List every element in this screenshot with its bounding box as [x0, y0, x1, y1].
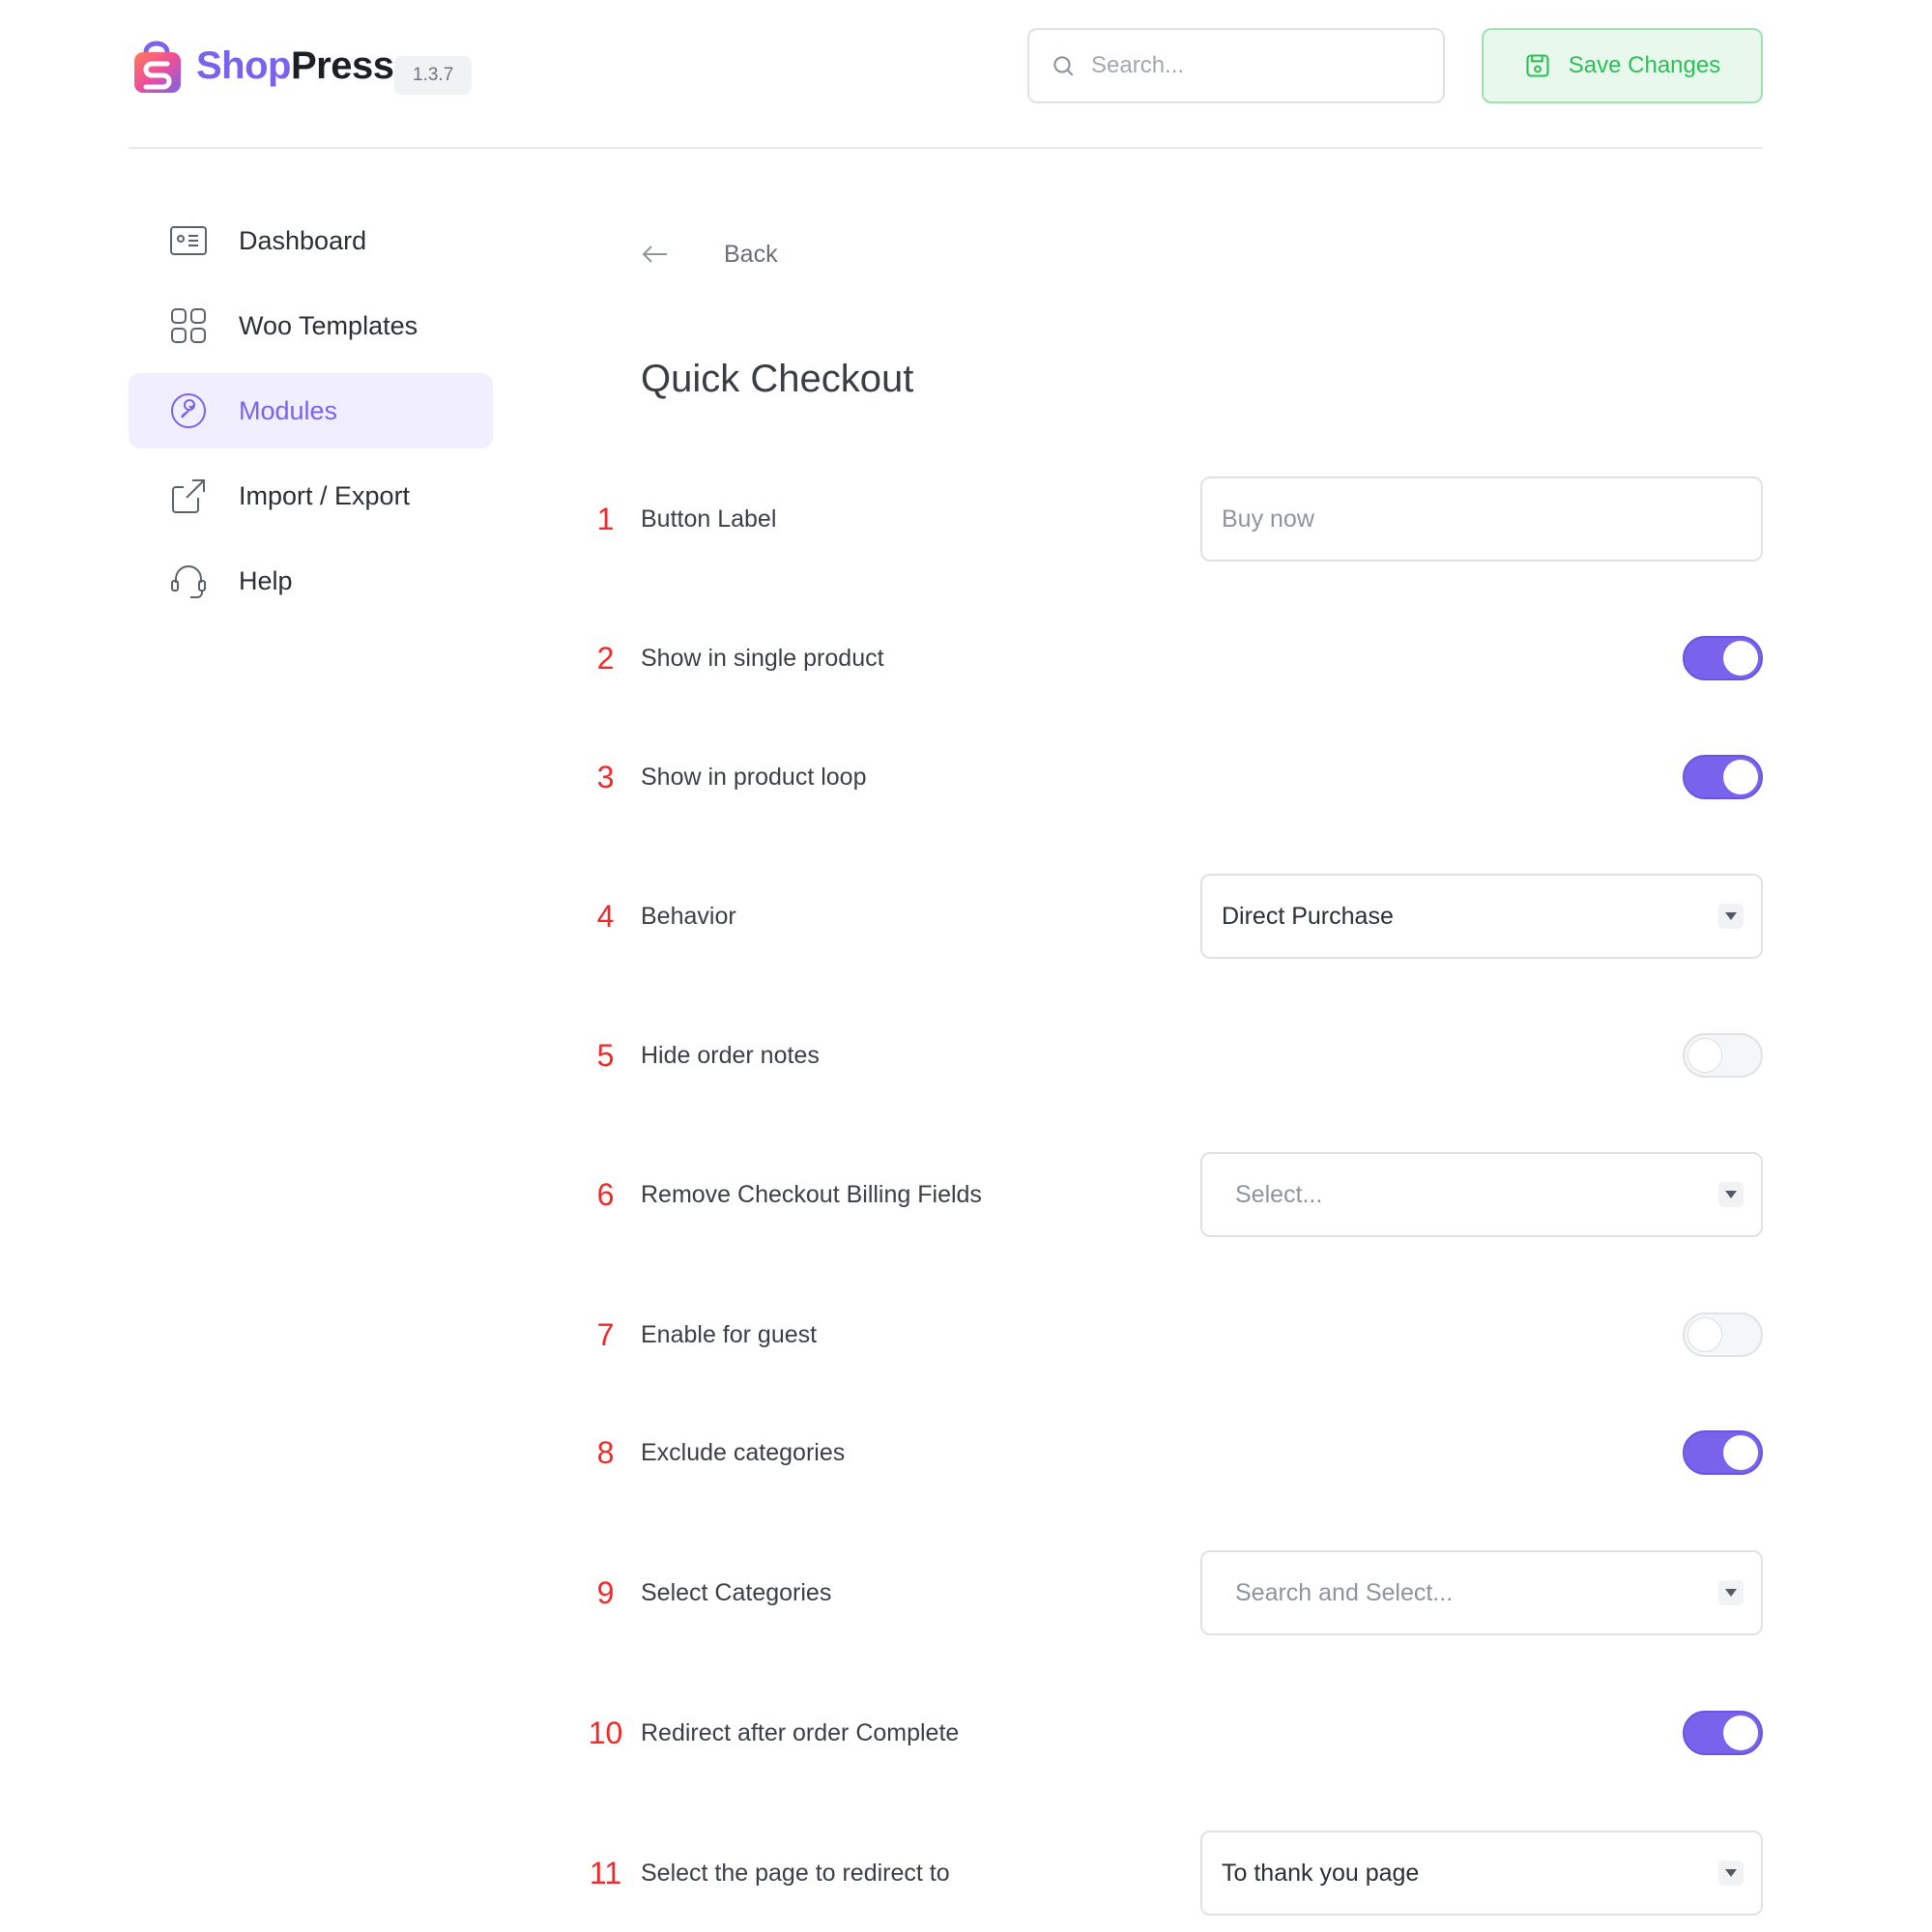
sidebar-item-dashboard[interactable]: Dashboard: [129, 203, 493, 278]
sidebar-item-label: Dashboard: [239, 225, 367, 255]
select-value: To thank you page: [1222, 1859, 1420, 1887]
show-single-product-toggle[interactable]: [1683, 636, 1763, 680]
dashboard-icon: [170, 226, 207, 255]
hide-order-notes-toggle[interactable]: [1683, 1033, 1763, 1078]
back-link[interactable]: Back: [641, 240, 778, 269]
headset-icon: [171, 565, 206, 598]
sidebar-item-import-export[interactable]: Import / Export: [129, 458, 493, 533]
save-changes-button[interactable]: Save Changes: [1482, 28, 1763, 103]
redirect-page-select[interactable]: To thank you page: [1200, 1831, 1763, 1916]
sidebar-item-label: Woo Templates: [239, 310, 418, 340]
setting-label: Hide order notes: [641, 1041, 820, 1069]
setting-label: Exclude categories: [641, 1438, 846, 1466]
toggle-knob: [1723, 1716, 1758, 1750]
setting-label: Enable for guest: [641, 1320, 818, 1348]
behavior-select[interactable]: Direct Purchase: [1200, 874, 1763, 959]
brand-press: Press: [290, 43, 394, 87]
search-box[interactable]: [1027, 28, 1445, 103]
setting-row-show-single-product: 2 Show in single product: [570, 615, 1763, 702]
back-label: Back: [724, 240, 778, 268]
toggle-knob: [1723, 1435, 1758, 1470]
brand-shop: Shop: [196, 43, 291, 87]
sidebar-item-modules[interactable]: Modules: [129, 373, 493, 448]
page-title: Quick Checkout: [641, 358, 914, 400]
toggle-knob: [1687, 1038, 1722, 1073]
search-icon: [1053, 56, 1074, 76]
setting-label: Redirect after order Complete: [641, 1718, 960, 1746]
enable-for-guest-toggle[interactable]: [1683, 1312, 1763, 1357]
row-number: 1: [596, 501, 615, 536]
sidebar-nav: Dashboard Woo Templates Modules Import /…: [129, 203, 493, 628]
save-icon: [1526, 54, 1549, 77]
setting-row-enable-for-guest: 7 Enable for guest: [570, 1291, 1763, 1378]
select-placeholder: Select...: [1235, 1180, 1323, 1208]
setting-row-behavior: 4 Behavior Direct Purchase: [570, 873, 1763, 960]
brand-name: ShopPress: [196, 43, 394, 88]
sidebar-item-help[interactable]: Help: [129, 543, 493, 619]
categories-select[interactable]: Search and Select...: [1200, 1550, 1763, 1635]
row-number: 6: [596, 1176, 615, 1212]
row-number: 8: [596, 1434, 615, 1470]
setting-label: Show in single product: [641, 644, 884, 672]
row-number: 7: [596, 1316, 615, 1352]
version-badge: 1.3.7: [394, 56, 473, 95]
arrow-left-icon: [642, 245, 667, 263]
sidebar-item-label: Import / Export: [239, 480, 411, 510]
toggle-knob: [1723, 760, 1758, 794]
setting-row-hide-order-notes: 5 Hide order notes: [570, 1012, 1763, 1099]
top-header: ShopPress 1.3.7 Save Changes: [129, 0, 1763, 149]
row-number: 9: [596, 1574, 615, 1610]
row-number: 3: [596, 759, 615, 794]
shoppress-logo[interactable]: ShopPress: [129, 35, 394, 97]
setting-label: Show in product loop: [641, 763, 867, 791]
setting-row-select-categories: 9 Select Categories Search and Select...: [570, 1549, 1763, 1636]
shopping-bag-logo-icon: [134, 41, 181, 93]
save-changes-label: Save Changes: [1568, 52, 1721, 78]
row-number: 2: [596, 640, 615, 676]
exclude-categories-toggle[interactable]: [1683, 1430, 1763, 1475]
chevron-down-icon[interactable]: [1718, 1860, 1744, 1886]
button-label-field[interactable]: [1200, 476, 1763, 562]
export-icon: [172, 479, 205, 513]
setting-row-exclude-categories: 8 Exclude categories: [570, 1409, 1763, 1496]
billing-fields-select[interactable]: Select...: [1200, 1152, 1763, 1237]
select-placeholder: Search and Select...: [1235, 1578, 1454, 1606]
modules-icon: [171, 393, 206, 428]
setting-row-redirect-page: 11 Select the page to redirect to To tha…: [570, 1830, 1763, 1917]
chevron-down-icon[interactable]: [1718, 904, 1744, 929]
sidebar-item-label: Help: [239, 565, 293, 595]
sidebar-item-woo-templates[interactable]: Woo Templates: [129, 288, 493, 363]
setting-row-redirect-after-order: 10 Redirect after order Complete: [570, 1689, 1763, 1776]
search-input[interactable]: [1091, 52, 1420, 79]
toggle-knob: [1687, 1317, 1722, 1352]
setting-row-show-product-loop: 3 Show in product loop: [570, 734, 1763, 821]
setting-row-remove-billing-fields: 6 Remove Checkout Billing Fields Select.…: [570, 1151, 1763, 1238]
chevron-down-icon[interactable]: [1718, 1182, 1744, 1207]
select-value: Direct Purchase: [1222, 902, 1394, 930]
row-number: 11: [589, 1855, 622, 1890]
toggle-knob: [1723, 641, 1758, 676]
grid-icon: [171, 308, 206, 343]
redirect-after-order-toggle[interactable]: [1683, 1711, 1763, 1755]
row-number: 4: [596, 898, 615, 934]
button-label-input[interactable]: [1222, 505, 1724, 533]
chevron-down-icon[interactable]: [1718, 1580, 1744, 1605]
row-number: 10: [588, 1715, 623, 1750]
setting-row-button-label: 1 Button Label: [570, 476, 1763, 562]
sidebar-item-label: Modules: [239, 395, 338, 425]
row-number: 5: [596, 1037, 615, 1073]
show-product-loop-toggle[interactable]: [1683, 755, 1763, 799]
